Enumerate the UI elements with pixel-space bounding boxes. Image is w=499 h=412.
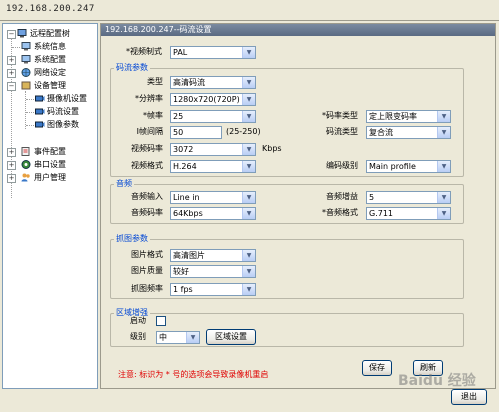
picture-quality-select[interactable]: 较好 ▼ [170, 265, 256, 278]
tree-item-camera-settings[interactable]: 摄像机设置 [47, 93, 87, 105]
audio-format-label: *音频格式 [322, 208, 358, 217]
expand-icon[interactable]: + [7, 174, 16, 183]
chevron-down-icon: ▼ [242, 208, 255, 219]
system-config-icon [21, 55, 31, 64]
stream-params-title: 码流参数 [114, 63, 150, 73]
tree-root-label[interactable]: 远程配置树 [30, 28, 70, 40]
framerate-select[interactable]: 25 ▼ [170, 110, 256, 123]
chevron-down-icon: ▼ [242, 266, 255, 277]
chevron-down-icon: ▼ [242, 47, 255, 58]
chevron-down-icon: ▼ [242, 77, 255, 88]
chevron-down-icon: ▼ [242, 250, 255, 261]
snapshot-group [110, 239, 464, 299]
stream-icon [35, 108, 45, 115]
expand-icon[interactable]: + [7, 148, 16, 157]
chevron-down-icon: ▼ [242, 192, 255, 203]
audio-input-select[interactable]: Line in ▼ [170, 191, 256, 204]
computer-icon [17, 29, 27, 38]
roi-settings-button[interactable]: 区域设置 [206, 329, 256, 345]
event-icon [21, 147, 30, 156]
roi-level-select[interactable]: 中 ▼ [156, 331, 200, 344]
panel-header: 192.168.200.247--码流设置 [101, 24, 495, 36]
framerate-label: *帧率 [143, 111, 163, 120]
window-title: 192.168.200.247 [6, 4, 95, 14]
expand-icon[interactable]: + [7, 56, 16, 65]
chevron-down-icon: ▼ [242, 94, 255, 105]
tree-item-network[interactable]: 网络设定 [34, 67, 66, 79]
bitrate-type-select[interactable]: 定上限变码率 ▼ [366, 110, 451, 123]
profile-select[interactable]: Main profile ▼ [366, 160, 451, 173]
chevron-down-icon: ▼ [437, 161, 450, 172]
video-standard-label: *视频制式 [126, 47, 162, 56]
bitrate-unit: Kbps [262, 144, 282, 153]
picture-format-label: 图片格式 [131, 250, 163, 259]
chevron-down-icon: ▼ [242, 284, 255, 295]
roi-enable-label: 启动 [130, 316, 146, 325]
chevron-down-icon: ▼ [437, 208, 450, 219]
watermark: Baidu 经验 [398, 373, 476, 389]
users-icon [21, 173, 30, 182]
stream-kind-select[interactable]: 复合流 ▼ [366, 126, 451, 139]
tree-item-system-info[interactable]: 系统信息 [34, 41, 66, 53]
resolution-select[interactable]: 1280x720(720P) ▼ [170, 93, 256, 106]
tree-item-image-params[interactable]: 图像参数 [47, 119, 79, 131]
chevron-down-icon: ▼ [242, 144, 255, 155]
stream-kind-label: 码流类型 [326, 127, 358, 136]
chevron-down-icon: ▼ [437, 192, 450, 203]
tree-item-system-config[interactable]: 系统配置 [34, 54, 66, 66]
tree-item-device-management[interactable]: 设备管理 [34, 80, 66, 92]
audio-format-select[interactable]: G.711 ▼ [366, 207, 451, 220]
system-info-icon [21, 42, 31, 51]
roi-level-label: 级别 [130, 332, 146, 341]
exit-button[interactable]: 退出 [451, 389, 487, 405]
title-bar: 192.168.200.247 [0, 0, 499, 20]
snapshot-rate-label: 抓图频率 [131, 284, 163, 293]
save-button[interactable]: 保存 [362, 360, 392, 376]
snapshot-rate-select[interactable]: 1 fps ▼ [170, 283, 256, 296]
snapshot-title: 抓图参数 [114, 234, 150, 244]
video-bitrate-select[interactable]: 3072 ▼ [170, 143, 256, 156]
iframe-interval-label: I帧间隔 [136, 127, 163, 136]
tree-item-users[interactable]: 用户管理 [34, 172, 66, 184]
iframe-range-hint: (25-250) [226, 127, 261, 136]
network-icon [21, 68, 31, 77]
tree-item-serial-port[interactable]: 串口设置 [34, 159, 66, 171]
chevron-down-icon: ▼ [437, 111, 450, 122]
tree-item-stream-settings[interactable]: 码流设置 [47, 106, 79, 118]
audio-bitrate-label: 音频码率 [131, 208, 163, 217]
chevron-down-icon: ▼ [242, 161, 255, 172]
collapse-icon[interactable]: − [7, 82, 16, 91]
title-divider [0, 20, 499, 21]
camera-icon [35, 95, 45, 102]
image-icon [35, 121, 45, 128]
expand-icon[interactable]: + [7, 69, 16, 78]
video-bitrate-label: 视频码率 [131, 144, 163, 153]
picture-format-select[interactable]: 高清图片 ▼ [170, 249, 256, 262]
restart-note: 注意: 标识为 * 号的选项会导致录像机重启 [118, 370, 269, 379]
config-tree[interactable]: − 远程配置树 系统信息 + 系统配置 + 网络设定 − 设备管理 摄像机设置 … [2, 23, 98, 389]
profile-label: 编码级别 [326, 161, 358, 170]
device-management-icon [21, 81, 31, 90]
resolution-label: *分辨率 [135, 94, 163, 103]
audio-gain-select[interactable]: 5 ▼ [366, 191, 451, 204]
tree-item-events[interactable]: 事件配置 [34, 146, 66, 158]
chevron-down-icon: ▼ [186, 332, 199, 343]
audio-title: 音频 [114, 179, 134, 189]
expand-icon[interactable]: + [7, 161, 16, 170]
audio-gain-label: 音频增益 [326, 192, 358, 201]
serial-port-icon [21, 160, 31, 169]
video-format-select[interactable]: H.264 ▼ [170, 160, 256, 173]
bitrate-type-label: *码率类型 [322, 111, 358, 120]
chevron-down-icon: ▼ [242, 111, 255, 122]
roi-enable-checkbox[interactable] [156, 316, 166, 326]
video-standard-select[interactable]: PAL ▼ [170, 46, 256, 59]
audio-input-label: 音频输入 [131, 192, 163, 201]
picture-quality-label: 图片质量 [131, 266, 163, 275]
video-format-label: 视频格式 [131, 161, 163, 170]
audio-bitrate-select[interactable]: 64Kbps ▼ [170, 207, 256, 220]
stream-type-select[interactable]: 高清码流 ▼ [170, 76, 256, 89]
stream-type-label: 类型 [147, 77, 163, 86]
iframe-interval-input[interactable]: 50 [170, 126, 222, 139]
chevron-down-icon: ▼ [437, 127, 450, 138]
